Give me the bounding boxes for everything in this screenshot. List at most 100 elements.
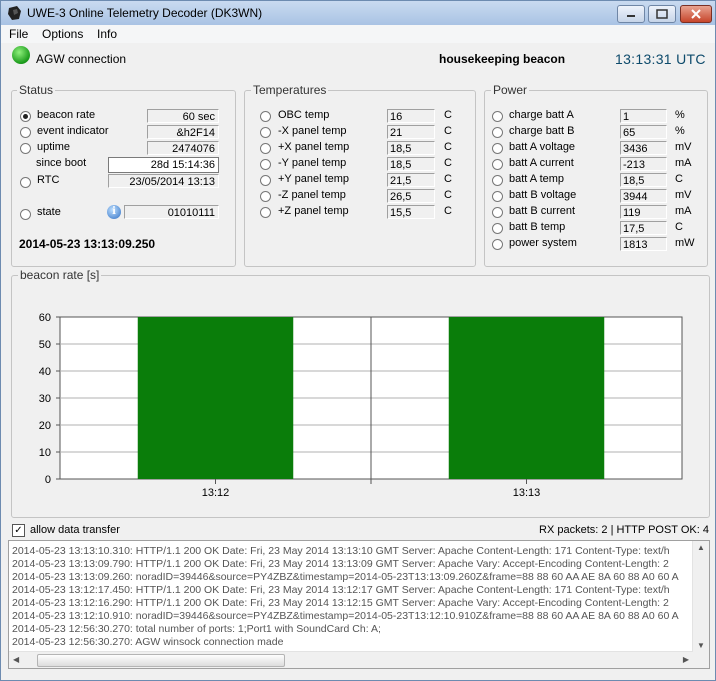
close-button[interactable] bbox=[680, 5, 712, 23]
minus-x-temp-radio[interactable] bbox=[260, 127, 271, 138]
y-tick-label: 10 bbox=[39, 447, 51, 459]
power-system-unit: mW bbox=[675, 237, 695, 249]
scroll-down-icon[interactable]: ▼ bbox=[697, 641, 705, 650]
batt-a-temp-radio[interactable] bbox=[492, 175, 503, 186]
batt-a-voltage-radio[interactable] bbox=[492, 143, 503, 154]
charge-batt-b-label: charge batt B bbox=[509, 125, 575, 137]
y-tick-label: 60 bbox=[39, 312, 51, 324]
plus-z-temp-unit: C bbox=[444, 205, 452, 217]
maximize-button[interactable] bbox=[648, 5, 676, 23]
state-radio[interactable] bbox=[20, 209, 31, 220]
connection-status-led-icon bbox=[12, 46, 30, 64]
bar bbox=[137, 317, 294, 479]
power-title: Power bbox=[491, 83, 530, 97]
obc-temp-radio[interactable] bbox=[260, 111, 271, 122]
batt-a-current-label: batt A current bbox=[509, 157, 574, 169]
plus-x-temp-radio[interactable] bbox=[260, 143, 271, 154]
x-tick-label: 13:13 bbox=[513, 487, 541, 499]
minus-y-temp-value: 18,5 bbox=[387, 157, 435, 171]
minus-z-temp-radio[interactable] bbox=[260, 191, 271, 202]
power-group: Power charge batt A 1 % charge batt B 65… bbox=[484, 83, 708, 267]
beacon-rate-label: beacon rate bbox=[37, 109, 96, 121]
minimize-button[interactable] bbox=[617, 5, 645, 23]
minus-y-temp-radio[interactable] bbox=[260, 159, 271, 170]
batt-a-temp-label: batt A temp bbox=[509, 173, 565, 185]
y-tick-label: 20 bbox=[39, 420, 51, 432]
batt-b-temp-value: 17,5 bbox=[620, 221, 667, 235]
event-indicator-radio[interactable] bbox=[20, 127, 31, 138]
plus-y-temp-value: 21,5 bbox=[387, 173, 435, 187]
menu-info[interactable]: Info bbox=[97, 27, 117, 41]
log-line: 2014-05-23 13:12:16.290: HTTP/1.1 200 OK… bbox=[12, 597, 669, 609]
obc-temp-label: OBC temp bbox=[278, 109, 330, 121]
minus-z-temp-value: 26,5 bbox=[387, 189, 435, 203]
minus-x-temp-label: -X panel temp bbox=[278, 125, 347, 137]
log-line: 2014-05-23 12:56:30.270: AGW winsock con… bbox=[12, 636, 284, 648]
menu-file[interactable]: File bbox=[9, 27, 28, 41]
charge-batt-a-value: 1 bbox=[620, 109, 667, 123]
batt-b-current-unit: mA bbox=[675, 205, 692, 217]
title-bar[interactable]: UWE-3 Online Telemetry Decoder (DK3WN) bbox=[1, 1, 715, 25]
status-timestamp: 2014-05-23 13:13:09.250 bbox=[19, 237, 156, 251]
state-value: 01010111 bbox=[124, 205, 219, 219]
plus-x-temp-unit: C bbox=[444, 141, 452, 153]
rtc-radio[interactable] bbox=[20, 177, 31, 188]
batt-b-voltage-radio[interactable] bbox=[492, 191, 503, 202]
batt-b-temp-unit: C bbox=[675, 221, 683, 233]
allow-data-transfer-checkbox[interactable]: ✓ bbox=[12, 524, 25, 537]
batt-b-current-label: batt B current bbox=[509, 205, 576, 217]
batt-a-voltage-unit: mV bbox=[675, 141, 692, 153]
beacon-rate-chart: 0 10 20 30 40 50 60 13:12 13:13 bbox=[39, 312, 683, 499]
plus-z-temp-value: 15,5 bbox=[387, 205, 435, 219]
plus-z-temp-radio[interactable] bbox=[260, 207, 271, 218]
minus-y-temp-unit: C bbox=[444, 157, 452, 169]
charge-batt-b-value: 65 bbox=[620, 125, 667, 139]
beacon-rate-chart-group: beacon rate [s] 0 10 20 30 40 50 60 13:12 13:13 bbox=[11, 268, 710, 518]
rtc-label: RTC bbox=[37, 174, 60, 186]
batt-b-current-radio[interactable] bbox=[492, 207, 503, 218]
info-icon[interactable]: i bbox=[107, 205, 121, 219]
batt-b-voltage-value: 3944 bbox=[620, 189, 667, 203]
uptime-radio[interactable] bbox=[20, 143, 31, 154]
batt-a-current-radio[interactable] bbox=[492, 159, 503, 170]
scroll-right-icon[interactable]: ▶ bbox=[683, 655, 689, 664]
close-icon bbox=[691, 9, 701, 19]
y-tick-label: 40 bbox=[39, 366, 51, 378]
plus-y-temp-radio[interactable] bbox=[260, 175, 271, 186]
charge-batt-a-radio[interactable] bbox=[492, 111, 503, 122]
beacon-rate-value: 60 sec bbox=[147, 109, 219, 123]
scroll-up-icon[interactable]: ▲ bbox=[697, 543, 705, 552]
app-window: UWE-3 Online Telemetry Decoder (DK3WN) F… bbox=[0, 0, 716, 681]
uptime-label: uptime bbox=[37, 141, 71, 153]
batt-b-temp-radio[interactable] bbox=[492, 223, 503, 234]
y-tick-label: 30 bbox=[39, 393, 51, 405]
log-line: 2014-05-23 12:56:30.270: total number of… bbox=[12, 623, 381, 635]
scroll-left-icon[interactable]: ◀ bbox=[13, 655, 19, 664]
minus-z-temp-label: -Z panel temp bbox=[278, 189, 346, 201]
since-boot-value: 28d 15:14:36 bbox=[108, 157, 219, 173]
beacon-rate-radio[interactable] bbox=[20, 111, 31, 122]
log-listbox[interactable]: 2014-05-23 13:13:10.310: HTTP/1.1 200 OK… bbox=[8, 540, 710, 669]
x-tick-label: 13:12 bbox=[202, 487, 230, 499]
batt-b-voltage-label: batt B voltage bbox=[509, 189, 577, 201]
log-vertical-scrollbar[interactable]: ▲ ▼ bbox=[692, 541, 709, 652]
log-horizontal-scrollbar[interactable]: ◀ ▶ bbox=[9, 651, 693, 668]
batt-b-voltage-unit: mV bbox=[675, 189, 692, 201]
scroll-thumb[interactable] bbox=[37, 654, 285, 667]
temperatures-title: Temperatures bbox=[251, 83, 329, 97]
beacon-type-label: housekeeping beacon bbox=[439, 52, 566, 66]
obc-temp-value: 16 bbox=[387, 109, 435, 123]
maximize-icon bbox=[656, 9, 668, 19]
since-boot-label: since boot bbox=[36, 157, 87, 169]
plus-y-temp-unit: C bbox=[444, 173, 452, 185]
allow-data-transfer-label: allow data transfer bbox=[30, 524, 120, 536]
power-system-radio[interactable] bbox=[492, 239, 503, 250]
menu-options[interactable]: Options bbox=[42, 27, 83, 41]
minus-x-temp-unit: C bbox=[444, 125, 452, 137]
power-system-value: 1813 bbox=[620, 237, 667, 251]
charge-batt-b-radio[interactable] bbox=[492, 127, 503, 138]
y-tick-label: 50 bbox=[39, 339, 51, 351]
scroll-corner bbox=[693, 652, 709, 668]
batt-b-current-value: 119 bbox=[620, 205, 667, 219]
minimize-icon bbox=[627, 15, 635, 17]
